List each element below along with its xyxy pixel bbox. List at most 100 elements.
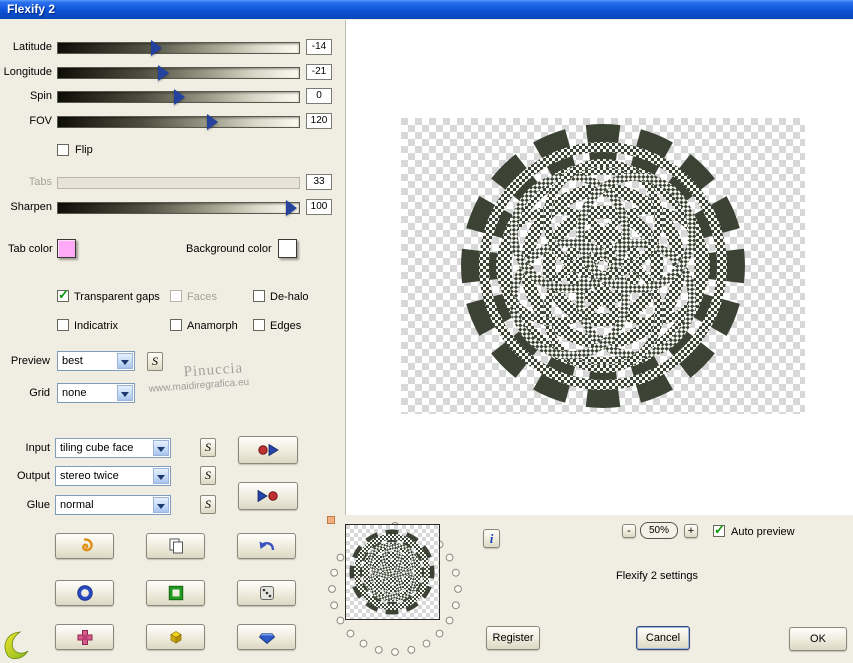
fov-slider-handle[interactable] — [207, 114, 219, 130]
swirl-button[interactable] — [55, 533, 114, 559]
sharpen-slider-handle[interactable] — [285, 200, 297, 216]
output-dropdown[interactable]: stereo twice — [55, 466, 171, 486]
mosaic-button[interactable] — [55, 624, 114, 650]
register-button[interactable]: Register — [486, 626, 540, 650]
faces-checkbox — [170, 290, 182, 302]
chevron-down-icon[interactable] — [117, 353, 133, 369]
preview-label: Preview — [10, 355, 50, 367]
swirl-icon — [81, 538, 93, 552]
tabs-label: Tabs — [28, 176, 52, 188]
flip-label[interactable]: Flip — [75, 144, 93, 157]
output-s-button[interactable]: S — [200, 466, 216, 485]
ok-button[interactable]: OK — [789, 627, 847, 651]
indicatrix-checkbox[interactable] — [57, 319, 69, 331]
blue-gem-icon — [258, 633, 275, 645]
transform-back-button[interactable] — [238, 482, 298, 510]
preview-panel — [345, 20, 853, 515]
fov-value[interactable]: 120 — [306, 113, 332, 129]
edges-checkbox[interactable] — [253, 319, 265, 331]
random-button[interactable] — [237, 580, 296, 606]
paint-swoosh-icon — [4, 631, 29, 660]
longitude-value[interactable]: -21 — [306, 64, 332, 80]
transform-forward-button[interactable] — [238, 436, 298, 464]
thumbnail-preview[interactable] — [345, 524, 440, 620]
input-s-button[interactable]: S — [200, 438, 216, 457]
input-dropdown[interactable]: tiling cube face — [55, 438, 171, 458]
de-halo-checkbox[interactable] — [253, 290, 265, 302]
latitude-slider[interactable] — [57, 40, 300, 56]
undo-arrow-icon — [259, 541, 274, 551]
chevron-down-icon[interactable] — [153, 468, 169, 484]
fov-slider[interactable] — [57, 114, 300, 130]
preview-image[interactable] — [401, 118, 805, 414]
sharpen-label: Sharpen — [10, 201, 52, 213]
background-color-swatch[interactable] — [278, 239, 297, 258]
gem-button[interactable] — [237, 624, 296, 650]
title-bar[interactable]: Flexify 2 — [0, 0, 853, 19]
cancel-button[interactable]: Cancel — [636, 626, 690, 650]
auto-preview-checkbox[interactable] — [713, 522, 725, 538]
grid-label: Grid — [29, 387, 50, 399]
copy-button[interactable] — [146, 533, 205, 559]
green-square-icon — [168, 585, 183, 601]
edges-label[interactable]: Edges — [270, 320, 301, 333]
longitude-slider[interactable] — [57, 65, 300, 81]
undo-button[interactable] — [237, 533, 296, 559]
tabs-value[interactable]: 33 — [306, 174, 332, 190]
red-dot-blue-arrow-icon — [258, 443, 279, 457]
flip-checkbox[interactable] — [57, 144, 69, 156]
sharpen-value[interactable]: 100 — [306, 199, 332, 215]
faces-label: Faces — [187, 291, 217, 303]
blue-arrow-red-dot-icon — [257, 489, 278, 503]
input-dropdown-value: tiling cube face — [60, 442, 134, 454]
yellow-cube-icon — [169, 631, 182, 644]
transparent-gaps-label[interactable]: Transparent gaps — [74, 291, 160, 304]
indicatrix-label[interactable]: Indicatrix — [74, 320, 118, 333]
grid-dropdown[interactable]: none — [57, 383, 135, 403]
watermark: Pinuccia www.maidiregrafica.eu — [147, 357, 289, 395]
window-title: Flexify 2 — [7, 2, 56, 16]
glue-s-button[interactable]: S — [200, 495, 216, 514]
zoom-out-button[interactable]: - — [622, 524, 636, 538]
tab-color-swatch[interactable] — [57, 239, 76, 258]
de-halo-label[interactable]: De-halo — [270, 291, 309, 304]
info-button[interactable]: i — [483, 529, 500, 548]
settings-text: Flexify 2 settings — [616, 570, 698, 582]
fov-label: FOV — [29, 115, 52, 127]
dice-icon — [259, 586, 274, 600]
tabs-slider — [57, 177, 300, 189]
longitude-label: Longitude — [3, 66, 52, 78]
copy-icon — [169, 538, 183, 554]
chevron-down-icon[interactable] — [153, 440, 169, 456]
auto-preview-label[interactable]: Auto preview — [731, 526, 795, 539]
chevron-down-icon[interactable] — [117, 385, 133, 401]
sharpen-slider[interactable] — [57, 200, 300, 216]
preview-dropdown[interactable]: best — [57, 351, 135, 371]
spin-value[interactable]: 0 — [306, 88, 332, 104]
latitude-value[interactable]: -14 — [306, 39, 332, 55]
anamorph-label[interactable]: Anamorph — [187, 320, 238, 333]
latitude-slider-handle[interactable] — [150, 40, 162, 56]
grid-dropdown-value: none — [62, 387, 87, 399]
longitude-slider-handle[interactable] — [157, 65, 169, 81]
cube-button[interactable] — [146, 624, 205, 650]
zoom-in-button[interactable]: + — [684, 524, 698, 538]
frame-button[interactable] — [146, 580, 205, 606]
pink-cross-icon — [77, 630, 92, 645]
spin-slider-handle[interactable] — [173, 89, 185, 105]
background-color-label: Background color — [186, 243, 272, 255]
anamorph-checkbox[interactable] — [170, 319, 182, 331]
ring-button[interactable] — [55, 580, 114, 606]
glue-dropdown[interactable]: normal — [55, 495, 171, 515]
transparent-gaps-checkbox[interactable] — [57, 287, 69, 303]
blue-ring-icon — [76, 585, 93, 601]
flaming-pear-logo — [1, 629, 33, 661]
output-dropdown-value: stereo twice — [60, 470, 119, 482]
spin-slider[interactable] — [57, 89, 300, 105]
zoom-level[interactable]: 50% — [640, 522, 678, 539]
glue-label: Glue — [26, 499, 50, 511]
input-label: Input — [25, 442, 50, 454]
flexify-dialog: Flexify 2 Latitude -14 Longitude -21 Spi… — [0, 0, 853, 663]
chevron-down-icon[interactable] — [153, 497, 169, 513]
output-label: Output — [16, 470, 50, 482]
